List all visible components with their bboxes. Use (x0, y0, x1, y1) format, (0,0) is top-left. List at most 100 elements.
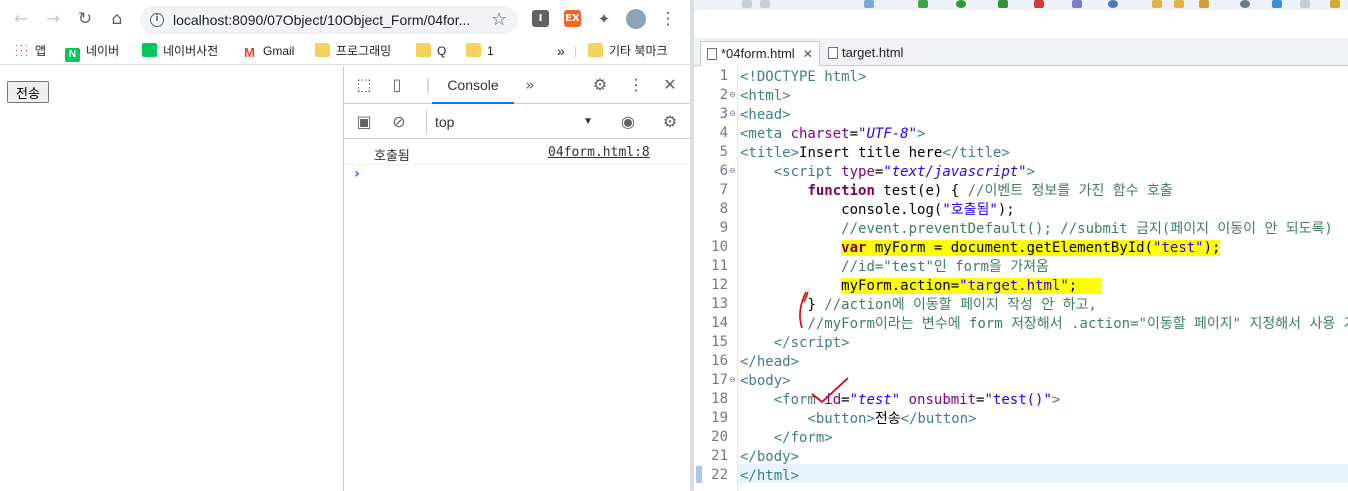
info-icon[interactable]: i (150, 13, 164, 27)
editor-tabs: *04form.html ✕ target.html (694, 38, 1348, 66)
toolbar-icon[interactable] (998, 0, 1008, 8)
bookmark-folder-1[interactable]: 1 (466, 42, 494, 61)
toolbar-icon[interactable] (742, 0, 752, 8)
line-number: 7 (719, 182, 728, 198)
naver-dict-icon (142, 43, 157, 57)
kebab-menu-icon[interactable]: ⋮ (626, 75, 646, 95)
code-line: console.log("호출됨"); (841, 202, 1015, 218)
folder-icon (416, 43, 431, 57)
toolbar-icon[interactable] (1240, 0, 1250, 8)
code-line: </head> (740, 354, 800, 370)
toolbar-icon[interactable] (1174, 0, 1184, 8)
console-prompt[interactable]: › (354, 166, 360, 182)
toolbar-icon[interactable] (1199, 0, 1209, 8)
toolbar-icon[interactable] (1072, 0, 1082, 8)
forward-arrow-icon[interactable]: → (42, 8, 64, 30)
bookmark-star-icon[interactable]: ☆ (491, 9, 507, 30)
code-line: <html> (740, 88, 791, 104)
console-toolbar: ▣ ⊘ top ▼ ◉ ⚙ (344, 105, 691, 139)
bookmark-folder-q[interactable]: Q (416, 42, 446, 61)
bookmarks-bar: 앱 N 네이버 네이버사전 M Gmail 프로그래밍 Q 1 » | 기타 북… (0, 38, 690, 65)
bookmark-label: 네이버 (86, 44, 120, 58)
url-text[interactable]: localhost:8090/07Object/10Object_Form/04… (173, 12, 483, 28)
bookmark-label: Gmail (263, 44, 295, 58)
toolbar-icon[interactable] (1272, 0, 1282, 8)
code-line: function test(e) { //이벤트 정보를 가진 함수 호출 (807, 183, 1173, 199)
address-bar[interactable]: i localhost:8090/07Object/10Object_Form/… (140, 6, 518, 34)
code-line: myForm.action="target.html"; (841, 278, 1103, 294)
code-line: <!DOCTYPE html> (740, 69, 867, 85)
gear-icon[interactable]: ⚙ (590, 75, 610, 95)
toolbar-icon[interactable] (1034, 0, 1044, 8)
submit-button[interactable]: 전송 (7, 81, 49, 103)
bookmark-naver[interactable]: N 네이버 (65, 42, 120, 62)
gmail-icon: M (244, 45, 255, 60)
close-icon[interactable]: ✕ (803, 43, 813, 66)
debug-icon[interactable] (918, 0, 928, 8)
code-line: var myForm = document.getElementById("te… (841, 240, 1221, 256)
reload-icon[interactable]: ↻ (74, 8, 96, 30)
code-line: </body> (740, 449, 800, 465)
bookmark-folder-other[interactable]: 기타 북마크 (588, 42, 668, 61)
devtools-tabbar: ⬚ ▯ | Console » ⚙ ⋮ ✕ (344, 66, 691, 104)
fold-toggle-icon[interactable]: ⊖ (729, 166, 736, 175)
bookmark-apps[interactable]: 앱 (14, 42, 46, 61)
console-log-entry: 호출됨 04form.html:8 (344, 140, 691, 165)
code-line: <title>Insert title here</title> (740, 145, 1010, 161)
device-toolbar-icon[interactable]: ▯ (387, 75, 407, 95)
line-number: 6 (719, 163, 728, 179)
toolbar-icon[interactable] (760, 0, 770, 8)
eye-icon[interactable]: ◉ (618, 112, 638, 132)
sidebar-toggle-icon[interactable]: ▣ (354, 112, 374, 132)
more-tabs-button[interactable]: » (520, 75, 540, 95)
log-source-link[interactable]: 04form.html:8 (548, 145, 650, 160)
extension-icon[interactable]: I (532, 10, 549, 27)
toolbar-icon[interactable] (1330, 0, 1340, 8)
toolbar-icon[interactable] (1108, 0, 1118, 8)
bookmark-label: 네이버사전 (163, 44, 219, 58)
tab-04form[interactable]: *04form.html ✕ (700, 41, 820, 66)
code-line: <body> (740, 373, 791, 389)
browser-toolbar: ← → ↻ ⌂ i localhost:8090/07Object/10Obje… (0, 0, 690, 38)
line-number: 11 (711, 258, 728, 274)
line-number: 17 (711, 372, 728, 388)
file-icon (707, 48, 717, 60)
fold-toggle-icon[interactable]: ⊖ (729, 375, 736, 384)
code-line: } //action에 이동할 페이지 작성 안 하고, (807, 297, 1097, 313)
code-editor[interactable]: 1 2 ⊖ 3 ⊖ 4 5 6 ⊖ 7 8 9 10 11 12 13 14 15 16 17 ⊖ 18 19 20 21 22 … (694, 66, 1348, 491)
back-arrow-icon[interactable]: ← (10, 8, 32, 30)
screen: ← → ↻ ⌂ i localhost:8090/07Object/10Obje… (0, 0, 1348, 491)
tab-label: target.html (842, 45, 904, 60)
inspect-element-icon[interactable]: ⬚ (354, 75, 374, 95)
bookmarks-separator: | (574, 44, 578, 58)
bookmark-gmail[interactable]: M Gmail (242, 42, 294, 61)
gear-icon[interactable]: ⚙ (660, 112, 680, 132)
menu-kebab-icon[interactable]: ⋮ (657, 8, 679, 30)
toolbar-icon[interactable] (1152, 0, 1162, 8)
bookmark-folder-programming[interactable]: 프로그래밍 (315, 42, 391, 61)
line-number: 20 (711, 429, 728, 445)
bookmark-naver-dict[interactable]: 네이버사전 (142, 42, 218, 61)
puzzle-extensions-icon[interactable]: ✦ (593, 8, 615, 30)
fold-toggle-icon[interactable]: ⊖ (729, 109, 736, 118)
tab-console[interactable]: Console (432, 66, 514, 104)
line-number: 19 (711, 410, 728, 426)
extension-icon[interactable]: EX (564, 10, 581, 27)
context-select[interactable]: top ▼ (426, 110, 601, 134)
apps-grid-icon (14, 43, 29, 57)
line-number: 8 (719, 201, 728, 217)
bookmarks-overflow-button[interactable]: » (557, 42, 565, 61)
eclipse-toolbar (694, 0, 1348, 10)
toolbar-icon[interactable] (1300, 0, 1310, 8)
line-number: 5 (719, 144, 728, 160)
tab-target[interactable]: target.html (822, 41, 922, 66)
fold-toggle-icon[interactable]: ⊖ (729, 90, 736, 99)
eclipse-editor-window: *04form.html ✕ target.html 1 2 ⊖ 3 ⊖ 4 5 6 ⊖ 7 8 9 10… (694, 0, 1348, 491)
home-icon[interactable]: ⌂ (106, 8, 128, 30)
clear-console-icon[interactable]: ⊘ (389, 112, 409, 132)
code-line: //myForm이라는 변수에 form 저장해서 .action="이동할 페… (807, 316, 1348, 332)
run-icon[interactable] (956, 0, 966, 8)
close-icon[interactable]: ✕ (660, 75, 680, 95)
toolbar-icon[interactable] (864, 0, 874, 8)
profile-avatar[interactable] (626, 9, 646, 29)
